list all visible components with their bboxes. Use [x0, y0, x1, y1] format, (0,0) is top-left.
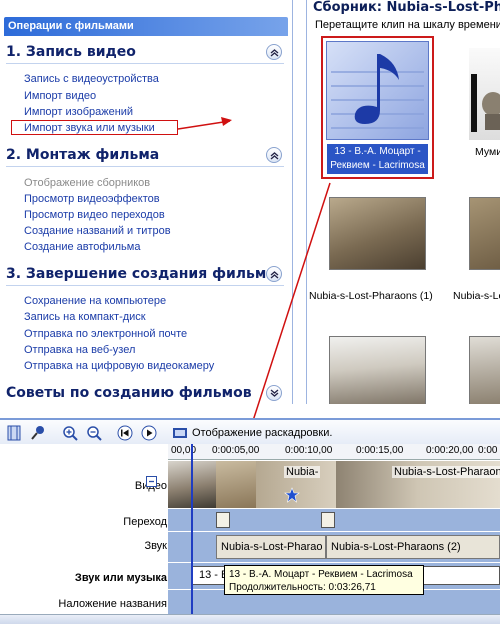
clip-label: Nubia-: [284, 466, 321, 478]
tooltip-clip-name: 13 - В.-А. Моцарт - Реквием - Lacrimosa: [229, 569, 413, 580]
row-label-audio-music: Звук или музыка: [74, 572, 167, 584]
transition-marker[interactable]: [216, 512, 230, 528]
row-label-audio: Звук: [144, 540, 167, 552]
ruler-tick-label: 0:00:15,00: [356, 445, 404, 456]
ruler-tick-label: 0:00: [478, 445, 498, 456]
microphone-icon[interactable]: [30, 425, 46, 441]
show-storyboard-link[interactable]: Отображение раскадровки.: [192, 427, 332, 439]
clip-label: Nubia-s-Lost-Pharaons: [392, 466, 500, 478]
audio-clip[interactable]: Nubia-s-Lost-Pharaons (2): [326, 535, 500, 559]
film-strip-icon[interactable]: [172, 425, 188, 441]
ruler-tick-label: 0:00:20,00: [426, 445, 474, 456]
rewind-icon[interactable]: [117, 425, 133, 441]
audio-clip[interactable]: Nubia-s-Lost-Pharao: [216, 535, 326, 559]
collapse-minus-icon[interactable]: [146, 476, 157, 487]
ruler-tick-label: 0:00:10,00: [285, 445, 333, 456]
video-clip[interactable]: Nubia-s-Lost-Pharaons: [336, 461, 500, 508]
audio-track[interactable]: Nubia-s-Lost-Pharao Nubia-s-Lost-Pharaon…: [168, 532, 500, 562]
ruler-tick-label: 0:00:05,00: [212, 445, 260, 456]
playhead-indicator[interactable]: [191, 444, 193, 616]
transition-track[interactable]: [168, 509, 500, 531]
video-track[interactable]: Nubia- Nubia-s-Lost-Pharaons: [168, 461, 500, 508]
tooltip-duration: Продолжительность: 0:03:26,71: [229, 582, 376, 593]
movie-maker-window: Операции с фильмами 1. Запись видео Запи…: [0, 0, 500, 624]
timeline-toolbar: Отображение раскадровки.: [0, 418, 500, 444]
clip-tooltip: 13 - В.-А. Моцарт - Реквием - Lacrimosa …: [224, 565, 424, 595]
play-icon[interactable]: [141, 425, 157, 441]
row-label-transition: Переход: [123, 516, 167, 528]
video-clip-thumb[interactable]: [216, 461, 256, 508]
transition-marker[interactable]: [321, 512, 335, 528]
zoom-in-icon[interactable]: [62, 425, 78, 441]
video-clip[interactable]: Nubia-: [256, 461, 336, 508]
storyboard-toggle-icon[interactable]: [6, 425, 22, 441]
effect-star-icon: [284, 487, 300, 503]
row-label-title-overlay: Наложение названия: [58, 598, 167, 610]
timeline-scrollbar[interactable]: [0, 614, 500, 624]
time-ruler[interactable]: 00,00 0:00:05,00 0:00:10,00 0:00:15,00 0…: [168, 444, 500, 460]
zoom-out-icon[interactable]: [86, 425, 102, 441]
